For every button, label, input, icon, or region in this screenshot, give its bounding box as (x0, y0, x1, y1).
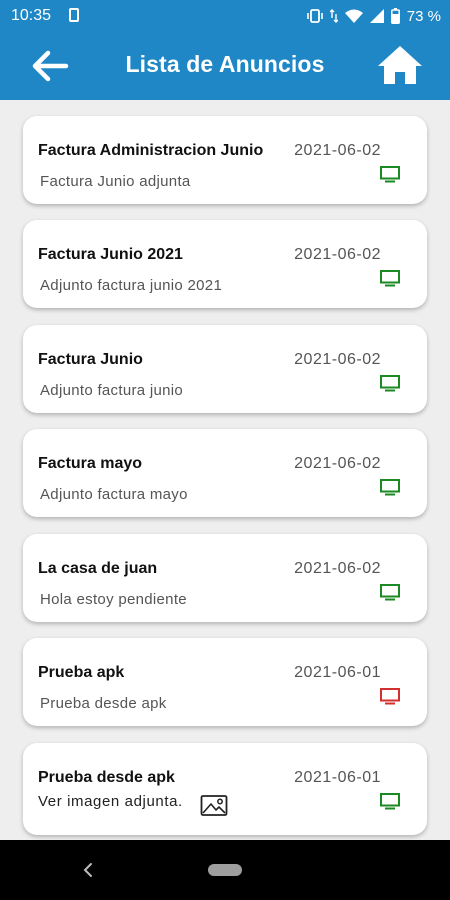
tv-icon (380, 793, 400, 810)
announcement-card[interactable]: Factura Junio 2021 2021-06-02 Adjunto fa… (23, 220, 427, 308)
announcement-title: La casa de juan (38, 560, 158, 577)
battery-percent: 73 % (406, 7, 441, 25)
vibrate-icon (306, 9, 323, 23)
announcement-description: Adjunto factura junio (40, 382, 184, 399)
announcement-card[interactable]: Prueba apk 2021-06-01 Prueba desde apk (23, 638, 427, 726)
announcement-date: 2021-06-02 (294, 560, 381, 577)
announcement-date: 2021-06-02 (294, 142, 381, 159)
wifi-icon (344, 9, 363, 23)
home-icon (378, 46, 422, 84)
tv-icon (380, 166, 400, 183)
announcement-date: 2021-06-01 (294, 664, 381, 681)
home-button[interactable] (376, 44, 424, 88)
announcement-date: 2021-06-02 (294, 351, 381, 368)
nav-home-pill[interactable] (208, 864, 242, 876)
tv-icon (380, 479, 400, 496)
announcement-title: Factura Junio 2021 (38, 246, 183, 263)
announcement-card[interactable]: La casa de juan 2021-06-02 Hola estoy pe… (23, 534, 427, 622)
status-time: 10:35 (11, 7, 52, 24)
nav-back-icon[interactable] (80, 860, 96, 880)
announcement-title: Factura Junio (38, 351, 143, 368)
tv-icon (380, 375, 400, 392)
announcement-description: Adjunto factura mayo (40, 486, 188, 503)
status-icons: 73 % (306, 6, 441, 26)
announcement-description: Prueba desde apk (40, 695, 167, 712)
tv-icon (380, 584, 400, 601)
announcement-list[interactable]: Factura Administracion Junio 2021-06-02 … (0, 100, 450, 840)
announcement-title: Prueba apk (38, 664, 125, 681)
announcement-description: Ver imagen adjunta. (38, 793, 183, 810)
tv-icon (380, 688, 400, 705)
sim-card-icon (69, 8, 79, 22)
image-icon[interactable] (200, 793, 228, 817)
announcement-title: Factura mayo (38, 455, 143, 472)
cell-signal-icon (369, 9, 384, 23)
announcement-card[interactable]: Factura mayo 2021-06-02 Adjunto factura … (23, 429, 427, 517)
announcement-card[interactable]: Prueba desde apk 2021-06-01 Ver imagen a… (23, 743, 427, 835)
navigation-bar (0, 840, 450, 900)
announcement-description: Hola estoy pendiente (40, 591, 187, 608)
announcement-card[interactable]: Factura Junio 2021-06-02 Adjunto factura… (23, 325, 427, 413)
data-arrows-icon (329, 9, 338, 23)
announcement-date: 2021-06-01 (294, 769, 381, 786)
battery-icon (390, 8, 400, 24)
announcement-description: Factura Junio adjunta (40, 173, 191, 190)
app-bar: Lista de Anuncios (0, 32, 450, 100)
announcement-date: 2021-06-02 (294, 246, 381, 263)
status-bar: 10:35 73 % (0, 0, 450, 32)
announcement-description: Adjunto factura junio 2021 (40, 277, 223, 294)
announcement-date: 2021-06-02 (294, 455, 381, 472)
tv-icon (380, 270, 400, 287)
announcement-card[interactable]: Factura Administracion Junio 2021-06-02 … (23, 116, 427, 204)
announcement-title: Factura Administracion Junio (38, 142, 264, 159)
announcement-title: Prueba desde apk (38, 769, 175, 786)
